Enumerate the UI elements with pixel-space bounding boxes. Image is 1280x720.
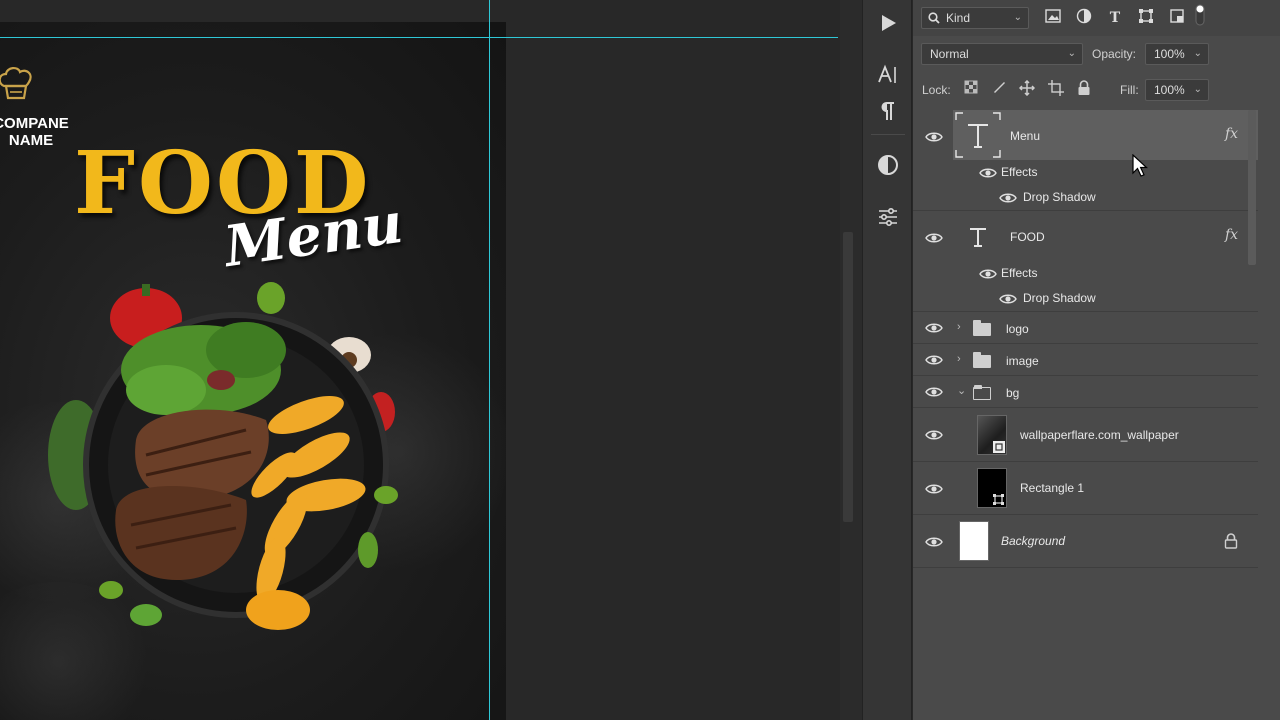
filter-smart-objects-icon[interactable]	[1167, 8, 1187, 28]
layer-name-background[interactable]: Background	[1001, 534, 1065, 548]
document-canvas[interactable]: COMPANE NAME FOOD Menu	[0, 0, 840, 720]
filter-kind-value: Kind	[946, 11, 971, 25]
drop-shadow-visibility-eye-icon[interactable]	[999, 192, 1017, 204]
blend-mode-value: Normal	[930, 47, 969, 61]
character-panel-icon[interactable]	[873, 60, 903, 90]
strip-divider	[871, 134, 905, 135]
chevron-right-icon[interactable]: ›	[957, 353, 961, 365]
filter-adjustment-layers-icon[interactable]	[1074, 8, 1094, 28]
text-layer-thumbnail-icon	[955, 112, 1001, 158]
panel-dock-strip	[862, 0, 912, 720]
chevron-down-icon[interactable]: ⌄	[957, 384, 966, 397]
vertical-guide[interactable]	[489, 0, 490, 720]
filter-kind-select[interactable]: Kind ⌄	[921, 7, 1029, 29]
chef-hat-logo-icon	[0, 67, 32, 100]
drop-shadow-effect[interactable]: Drop Shadow	[1023, 190, 1096, 204]
chevron-down-icon: ⌄	[1067, 48, 1076, 59]
photoshop-window: COMPANE NAME FOOD Menu Kind ⌄ T Normal ⌄…	[0, 0, 1280, 720]
layer-row-wallpaper[interactable]: wallpaperflare.com_wallpaper	[913, 408, 1258, 462]
effects-label[interactable]: Effects	[1001, 266, 1037, 280]
company-name: COMPANE NAME	[0, 115, 74, 149]
layer-thumbnail	[977, 468, 1007, 508]
paragraph-panel-icon[interactable]	[873, 96, 903, 126]
shape-layer-badge-icon	[993, 494, 1004, 505]
filter-shape-layers-icon[interactable]	[1136, 8, 1156, 28]
fill-value: 100%	[1154, 83, 1185, 97]
lock-image-pixels-icon[interactable]	[990, 80, 1008, 98]
artboard-food-menu[interactable]: COMPANE NAME FOOD Menu	[0, 22, 506, 720]
mouse-pointer-icon	[1132, 154, 1148, 177]
drop-shadow-effect[interactable]: Drop Shadow	[1023, 291, 1096, 305]
layer-name-image[interactable]: image	[1006, 354, 1039, 368]
layers-panel-scrollbar[interactable]	[1248, 110, 1256, 265]
fx-badge-icon[interactable]: fx	[1225, 227, 1238, 243]
layer-name-bg[interactable]: bg	[1006, 386, 1019, 400]
chevron-down-icon: ⌄	[1013, 12, 1022, 23]
visibility-eye-icon[interactable]	[925, 354, 943, 366]
layer-name-wallpaper[interactable]: wallpaperflare.com_wallpaper	[1020, 428, 1179, 442]
layer-row-food[interactable]: FOOD fx ⌃ Effects Drop Shadow	[913, 211, 1258, 312]
chevron-down-icon: ⌄	[1193, 48, 1202, 59]
chevron-down-icon: ⌄	[1193, 84, 1202, 95]
layer-row-bg-group[interactable]: ⌄ bg	[913, 376, 1258, 408]
blend-mode-select[interactable]: Normal ⌄	[921, 43, 1083, 65]
folder-icon	[973, 320, 991, 336]
fill-label: Fill:	[1120, 83, 1139, 97]
opacity-label: Opacity:	[1092, 47, 1137, 61]
filter-type-layers-icon[interactable]: T	[1105, 8, 1125, 28]
opacity-value: 100%	[1154, 47, 1185, 61]
horizontal-guide[interactable]	[0, 37, 838, 38]
layer-thumbnail	[959, 521, 989, 561]
fx-badge-icon[interactable]: fx	[1225, 126, 1238, 142]
search-icon	[928, 12, 940, 24]
play-icon[interactable]	[873, 8, 903, 38]
layer-row-rectangle-1[interactable]: Rectangle 1	[913, 462, 1258, 515]
blend-opacity-row: Normal ⌄ Opacity: 100% ⌄	[913, 36, 1280, 72]
properties-sliders-icon[interactable]	[873, 202, 903, 232]
lock-icon[interactable]	[1224, 533, 1238, 549]
smart-object-badge-icon	[993, 441, 1005, 453]
filter-toggle-switch[interactable]	[1193, 4, 1207, 30]
visibility-eye-icon[interactable]	[925, 429, 943, 441]
company-name-line1: COMPANE	[0, 115, 69, 132]
chevron-right-icon[interactable]: ›	[957, 321, 961, 333]
adjustments-icon[interactable]	[873, 150, 903, 180]
visibility-eye-icon[interactable]	[925, 232, 943, 244]
visibility-eye-icon[interactable]	[925, 483, 943, 495]
opacity-field[interactable]: 100% ⌄	[1145, 43, 1209, 65]
visibility-eye-icon[interactable]	[925, 536, 943, 548]
steak-plate-image	[48, 282, 398, 630]
layer-name-rectangle-1[interactable]: Rectangle 1	[1020, 481, 1084, 495]
canvas-vertical-scrollbar[interactable]	[843, 232, 853, 522]
lock-artboard-icon[interactable]	[1047, 80, 1065, 98]
lock-transparent-pixels-icon[interactable]	[962, 80, 980, 98]
layer-filter-bar: Kind ⌄ T	[913, 0, 1280, 36]
drop-shadow-visibility-eye-icon[interactable]	[999, 293, 1017, 305]
lock-position-icon[interactable]	[1018, 79, 1036, 98]
layer-name-food[interactable]: FOOD	[1010, 230, 1045, 244]
company-name-line2: NAME	[8, 132, 54, 149]
effects-visibility-eye-icon[interactable]	[979, 268, 997, 280]
open-folder-icon	[973, 385, 991, 400]
layers-panel: Kind ⌄ T Normal ⌄ Opacity: 100% ⌄ Lock: …	[913, 0, 1280, 720]
lock-label: Lock:	[922, 83, 951, 97]
visibility-eye-icon[interactable]	[925, 386, 943, 398]
layer-row-menu[interactable]: Menu fx ⌃ Effects Drop Shadow	[913, 110, 1258, 211]
lock-all-icon[interactable]	[1075, 80, 1093, 98]
layer-name-menu[interactable]: Menu	[1010, 129, 1040, 143]
layer-row-image-group[interactable]: › image	[913, 344, 1258, 376]
layer-row-background[interactable]: Background	[913, 515, 1258, 568]
filter-pixel-layers-icon[interactable]	[1043, 8, 1063, 28]
effects-label[interactable]: Effects	[1001, 165, 1037, 179]
fill-field[interactable]: 100% ⌄	[1145, 79, 1209, 101]
layer-row-logo-group[interactable]: › logo	[913, 312, 1258, 344]
folder-icon	[973, 352, 991, 368]
effects-visibility-eye-icon[interactable]	[979, 167, 997, 179]
visibility-eye-icon[interactable]	[925, 322, 943, 334]
layer-thumbnail	[977, 415, 1007, 455]
layer-name-logo[interactable]: logo	[1006, 322, 1029, 336]
text-layer-icon	[967, 226, 989, 248]
visibility-eye-icon[interactable]	[925, 131, 943, 143]
